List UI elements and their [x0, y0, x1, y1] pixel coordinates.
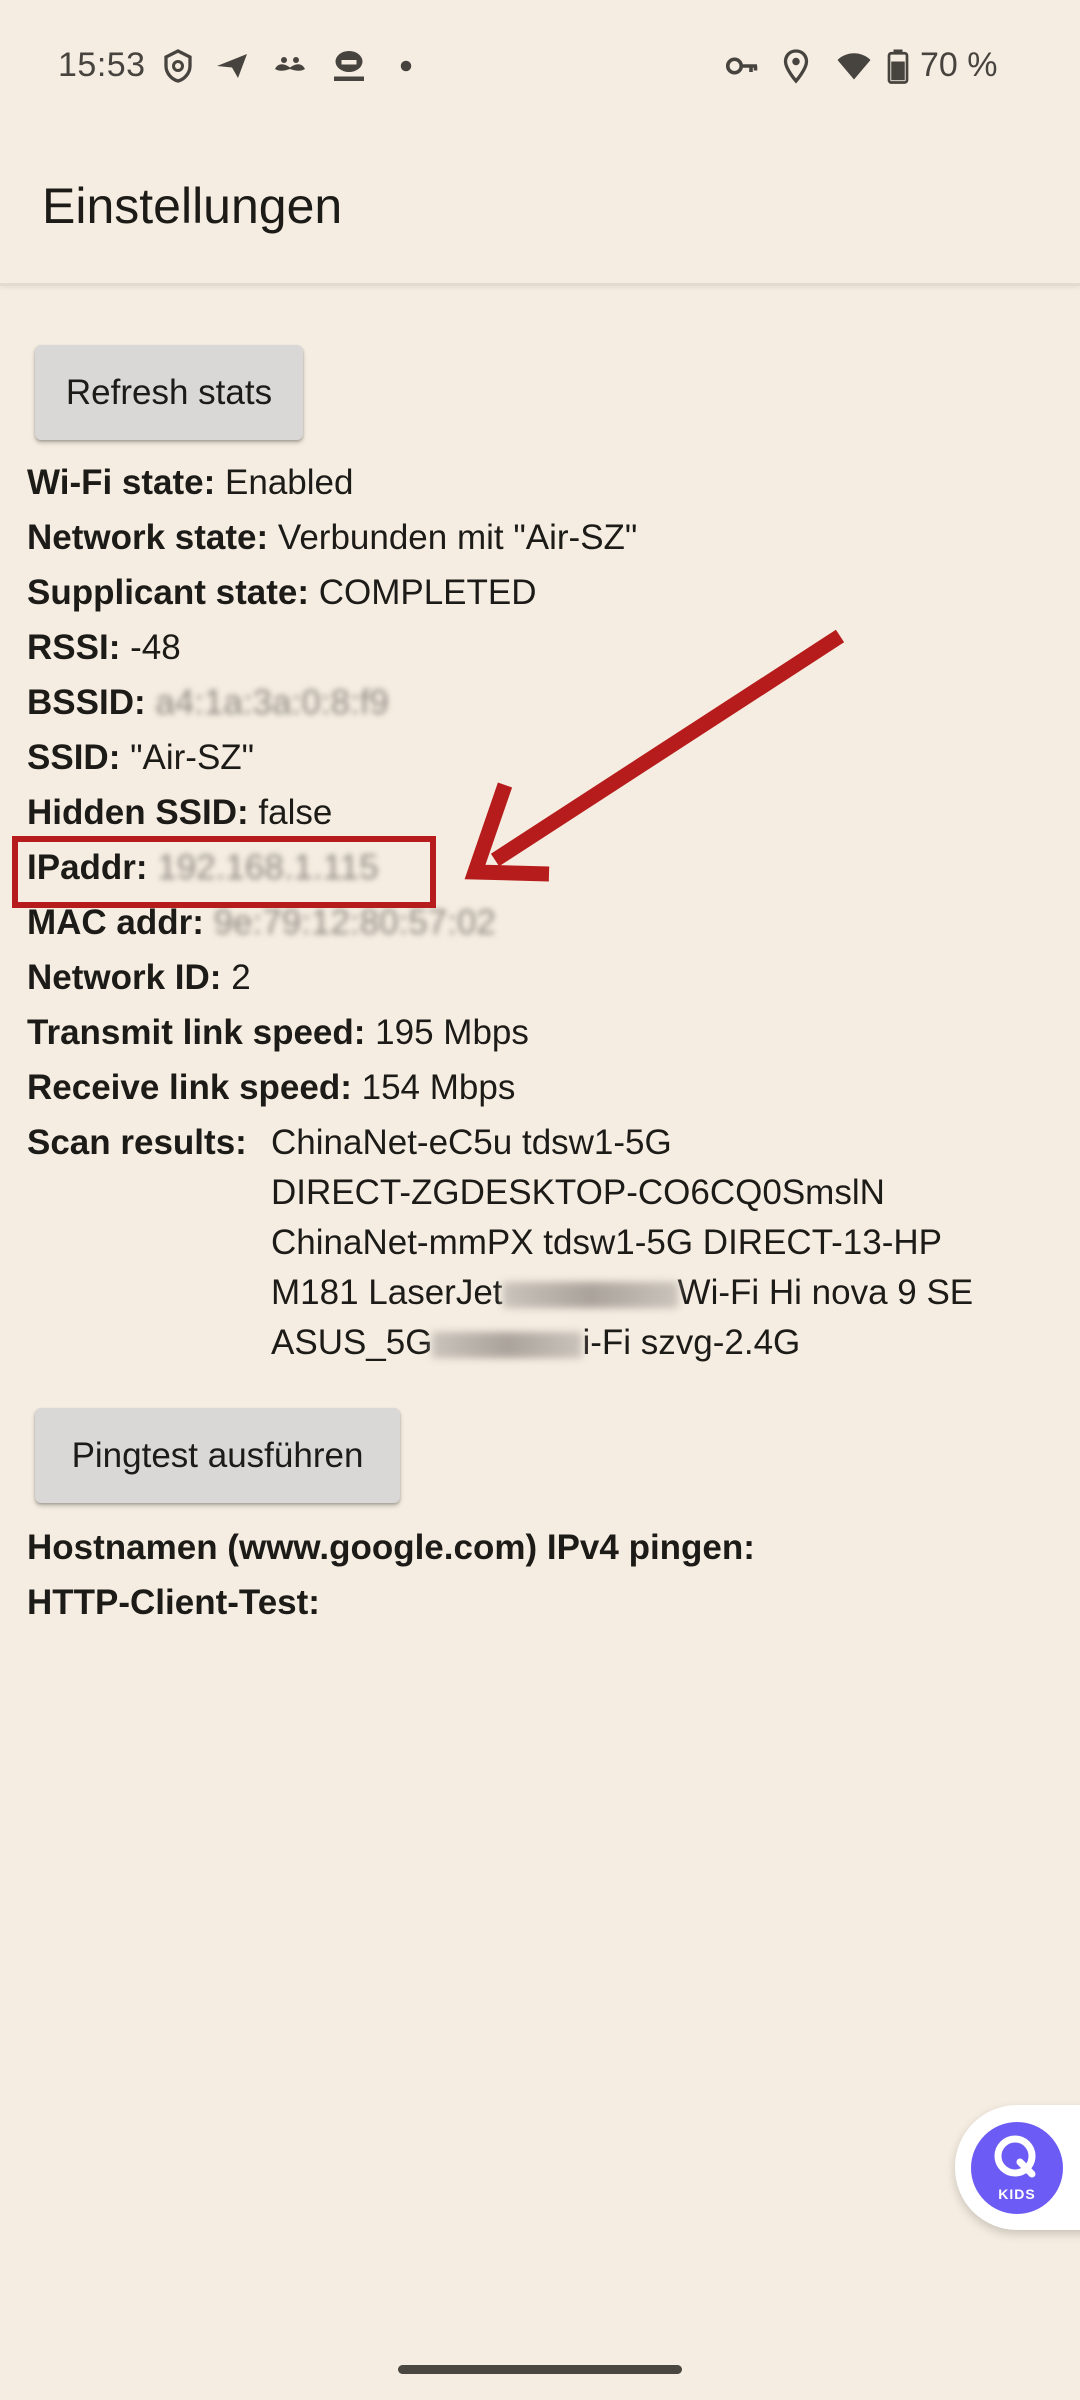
arrow-annotation-icon	[455, 620, 855, 890]
stat-value: a4:1a:3a:0:8:f9	[155, 683, 389, 722]
stat-label: Hidden SSID:	[27, 793, 249, 832]
ping-results: Hostnamen (www.google.com) IPv4 pingen: …	[27, 1520, 755, 1630]
status-time: 15:53	[58, 46, 146, 84]
key-icon	[724, 48, 760, 84]
page-title: Einstellungen	[42, 178, 343, 234]
stat-label: Transmit link speed:	[27, 1013, 366, 1052]
stat-label: BSSID:	[27, 683, 146, 722]
app-bar: Einstellungen	[0, 135, 1080, 286]
stat-value: "Air-SZ"	[130, 738, 255, 777]
scan-results-list: ChinaNet-eC5u tdsw1-5G DIRECT-ZGDESKTOP-…	[271, 1118, 973, 1368]
stat-label: Wi-Fi state:	[27, 463, 216, 502]
stat-row-supplicant-state: Supplicant state: COMPLETED	[27, 565, 1067, 620]
tracker-icon	[328, 48, 370, 84]
scan-result-line: ChinaNet-mmPX tdsw1-5G DIRECT-13-HP	[271, 1223, 942, 1262]
scan-result-text: Wi-Fi Hi nova 9 SE	[677, 1273, 974, 1312]
battery-percentage: 70 %	[920, 46, 998, 84]
stat-value: -48	[130, 628, 181, 667]
stat-row-network-id: Network ID: 2	[27, 950, 1067, 1005]
scan-result-line: ChinaNet-eC5u tdsw1-5G	[271, 1123, 672, 1162]
stat-row-wifi-state: Wi-Fi state: Enabled	[27, 455, 1067, 510]
stat-label: MAC addr:	[27, 903, 204, 942]
stat-label: Receive link speed:	[27, 1068, 352, 1107]
stat-value: 2	[231, 958, 251, 997]
mustache-icon	[272, 48, 308, 84]
stat-value: 9e:79:12:80:57:02	[213, 903, 496, 942]
stat-value: false	[258, 793, 333, 832]
location-icon	[778, 48, 814, 84]
kids-logo-icon: KIDS	[971, 2122, 1063, 2214]
scan-result-line: M181 LaserJet Wi-Fi Hi nova 9 SE	[271, 1268, 973, 1318]
refresh-stats-button[interactable]: Refresh stats	[35, 345, 303, 440]
stat-label: Supplicant state:	[27, 573, 309, 612]
vpn-shield-icon	[160, 48, 196, 84]
scan-result-line: ASUS_5G i-Fi szvg-2.4G	[271, 1318, 973, 1368]
stat-label: Network state:	[27, 518, 269, 557]
stat-row-network-state: Network state: Verbunden mit "Air-SZ"	[27, 510, 1067, 565]
stat-value: Verbunden mit "Air-SZ"	[277, 518, 638, 557]
stat-value: 195 Mbps	[375, 1013, 529, 1052]
redacted-region	[432, 1331, 583, 1358]
stat-row-receive-speed: Receive link speed: 154 Mbps	[27, 1060, 1067, 1115]
stat-label: SSID:	[27, 738, 121, 777]
http-client-test-label: HTTP-Client-Test:	[27, 1583, 320, 1622]
wifi-icon	[834, 48, 874, 84]
stat-value: 154 Mbps	[361, 1068, 516, 1107]
send-icon	[214, 48, 250, 84]
ping-test-button[interactable]: Pingtest ausführen	[35, 1408, 400, 1503]
stat-row-transmit-speed: Transmit link speed: 195 Mbps	[27, 1005, 1067, 1060]
stat-label: RSSI:	[27, 628, 121, 667]
redacted-region	[502, 1281, 678, 1308]
highlight-box-annotation	[12, 836, 436, 908]
scan-result-text: ASUS_5G	[271, 1323, 433, 1362]
scan-result-text: M181 LaserJet	[271, 1273, 503, 1312]
kids-widget[interactable]: KIDS	[955, 2105, 1080, 2230]
hostname-ping-label: Hostnamen (www.google.com) IPv4 pingen:	[27, 1528, 755, 1567]
scan-results-label: Scan results:	[27, 1123, 247, 1162]
stat-value: Enabled	[225, 463, 354, 502]
scan-result-line: DIRECT-ZGDESKTOP-CO6CQ0SmslN	[271, 1173, 885, 1212]
stat-value: COMPLETED	[318, 573, 537, 612]
scan-result-text: i-Fi szvg-2.4G	[582, 1323, 801, 1362]
home-indicator[interactable]	[398, 2365, 682, 2374]
kids-label: KIDS	[998, 2186, 1036, 2202]
stat-label: Network ID:	[27, 958, 222, 997]
battery-icon	[886, 48, 910, 84]
status-bar: 15:53 70 %	[0, 0, 1080, 135]
dot-icon	[398, 48, 414, 84]
